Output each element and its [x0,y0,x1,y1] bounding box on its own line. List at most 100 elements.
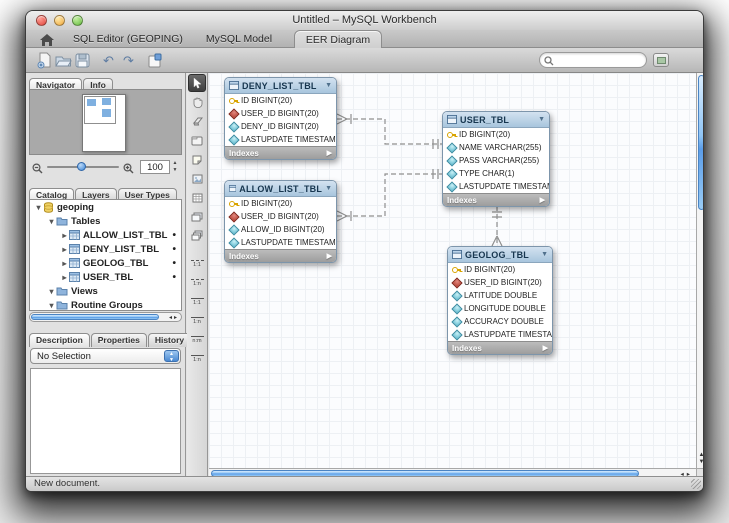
column-row[interactable]: USER_ID BIGINT(20) [448,276,552,289]
expand-icon[interactable]: ▶ [543,344,548,352]
column-row[interactable]: LATITUDE DOUBLE [448,289,552,302]
zoom-value-field[interactable]: 100 [140,160,170,174]
tree-item-schema[interactable]: ▾ geoping [30,200,181,214]
column-row[interactable]: ALLOW_ID BIGINT(20) [225,223,336,236]
new-document-icon[interactable] [36,52,53,69]
zoom-slider-knob[interactable] [77,162,86,171]
zoom-out-icon[interactable] [32,161,43,179]
disclosure-closed-icon[interactable]: ▸ [60,273,69,282]
rel-1ton-existing-tool[interactable]: 1:n [188,350,207,367]
column-row[interactable]: LASTUPDATE TIMESTAMP [225,236,336,249]
tab-mysql-model[interactable]: MySQL Model [194,30,284,48]
rel-ntom-tool[interactable]: n:m [188,331,207,348]
indexes-bar[interactable]: Indexes▶ [443,193,549,206]
column-row[interactable]: ID BIGINT(20) [225,197,336,210]
column-row[interactable]: LASTUPDATE TIMESTAMP [443,180,549,193]
disclosure-closed-icon[interactable]: ▸ [60,245,69,254]
column-row[interactable]: DENY_ID BIGINT(20) [225,120,336,133]
table-header[interactable]: ALLOW_LIST_TBL ▼ [225,181,336,197]
zoom-in-icon[interactable] [123,161,134,179]
layer-tool[interactable] [188,132,207,149]
tab-properties[interactable]: Properties [91,333,147,347]
select-tool[interactable] [188,74,206,92]
column-row[interactable]: NAME VARCHAR(255) [443,141,549,154]
indexes-bar[interactable]: Indexes▶ [448,341,552,354]
redo-icon[interactable]: ↷ [120,52,137,69]
table-figure-deny-list[interactable]: DENY_LIST_TBL ▼ ID BIGINT(20) USER_ID BI… [224,77,337,160]
column-row[interactable]: LONGITUDE DOUBLE [448,302,552,315]
tab-history[interactable]: History [148,333,191,347]
view-tool[interactable] [188,208,207,225]
new-diagram-icon[interactable] [146,52,163,69]
tab-eer-diagram[interactable]: EER Diagram [294,30,382,48]
disclosure-open-icon[interactable]: ▾ [34,203,43,212]
column-row[interactable]: USER_ID BIGINT(20) [225,107,336,120]
table-header[interactable]: USER_TBL ▼ [443,112,549,128]
disclosure-open-icon[interactable]: ▾ [47,301,56,310]
expand-icon[interactable]: ▶ [327,252,332,260]
column-row[interactable]: LASTUPDATE TIMESTAMP [448,328,552,341]
save-model-icon[interactable] [74,52,91,69]
tree-item-views[interactable]: ▾ Views [30,284,181,298]
indexes-bar[interactable]: Indexes▶ [225,249,336,262]
diagram-canvas[interactable]: DENY_LIST_TBL ▼ ID BIGINT(20) USER_ID BI… [209,73,696,468]
note-tool[interactable] [188,151,207,168]
table-header[interactable]: GEOLOG_TBL ▼ [448,247,552,263]
tab-description[interactable]: Description [29,333,90,347]
routine-group-tool[interactable] [188,227,207,244]
disclosure-open-icon[interactable]: ▾ [47,217,56,226]
table-header[interactable]: DENY_LIST_TBL ▼ [225,78,336,94]
search-input[interactable] [556,54,642,66]
collapse-icon[interactable]: ▼ [325,82,332,89]
column-row[interactable]: ID BIGINT(20) [225,94,336,107]
title-bar[interactable]: Untitled – MySQL Workbench [26,11,703,30]
rel-1to1-id-tool[interactable]: 1:1 [188,293,207,310]
tree-item-tables[interactable]: ▾ Tables [30,214,181,228]
rel-1ton-id-tool[interactable]: 1:n [188,312,207,329]
collapse-icon[interactable]: ▼ [538,116,545,123]
column-row[interactable]: TYPE CHAR(1) [443,167,549,180]
column-row[interactable]: PASS VARCHAR(255) [443,154,549,167]
undo-icon[interactable]: ↶ [100,52,117,69]
column-row[interactable]: ACCURACY DOUBLE [448,315,552,328]
collapse-icon[interactable]: ▼ [325,185,332,192]
zoom-stepper[interactable]: ▲▼ [171,160,179,174]
indexes-bar[interactable]: Indexes▶ [225,146,336,159]
scrollbar-thumb[interactable] [31,314,159,320]
open-model-icon[interactable] [55,52,72,69]
tree-item-table[interactable]: ▸ DENY_LIST_TBL • [30,242,181,256]
disclosure-closed-icon[interactable]: ▸ [60,231,69,240]
column-row[interactable]: USER_ID BIGINT(20) [225,210,336,223]
expand-icon[interactable]: ▶ [327,149,332,157]
toggle-sidebar-button[interactable] [653,53,669,67]
selection-dropdown[interactable]: No Selection ▲▼ [30,348,181,364]
canvas-vertical-scrollbar[interactable]: ▲▼ [696,73,704,468]
rel-1to1-nonid-tool[interactable]: 1:1 [188,255,207,272]
scrollbar-arrows[interactable]: ▲▼ [697,452,704,466]
catalog-horizontal-scrollbar[interactable]: ◂▸ [29,312,182,322]
zoom-slider[interactable] [47,166,119,168]
collapse-icon[interactable]: ▼ [541,251,548,258]
description-text-area[interactable] [30,368,181,474]
image-tool[interactable] [188,170,207,187]
tree-item-routine-groups[interactable]: ▾ Routine Groups [30,298,181,311]
scrollbar-thumb[interactable] [698,75,704,210]
table-tool[interactable] [188,189,207,206]
scrollbar-arrows[interactable]: ◂▸ [169,314,179,321]
tree-item-table[interactable]: ▸ USER_TBL • [30,270,181,284]
eraser-tool[interactable] [188,113,207,130]
search-field[interactable] [539,52,647,68]
table-figure-allow-list[interactable]: ALLOW_LIST_TBL ▼ ID BIGINT(20) USER_ID B… [224,180,337,263]
column-row[interactable]: ID BIGINT(20) [448,263,552,276]
tree-item-table[interactable]: ▸ GEOLOG_TBL • [30,256,181,270]
navigator-panel[interactable] [29,89,182,155]
table-figure-geolog[interactable]: GEOLOG_TBL ▼ ID BIGINT(20) USER_ID BIGIN… [447,246,553,355]
resize-grip-icon[interactable] [691,479,701,489]
tree-item-table[interactable]: ▸ ALLOW_LIST_TBL • [30,228,181,242]
expand-icon[interactable]: ▶ [540,196,545,204]
disclosure-open-icon[interactable]: ▾ [47,287,56,296]
tab-sql-editor[interactable]: SQL Editor (GEOPING) [68,30,188,48]
disclosure-closed-icon[interactable]: ▸ [60,259,69,268]
rel-1ton-nonid-tool[interactable]: 1:n [188,274,207,291]
hand-tool[interactable] [188,94,207,111]
